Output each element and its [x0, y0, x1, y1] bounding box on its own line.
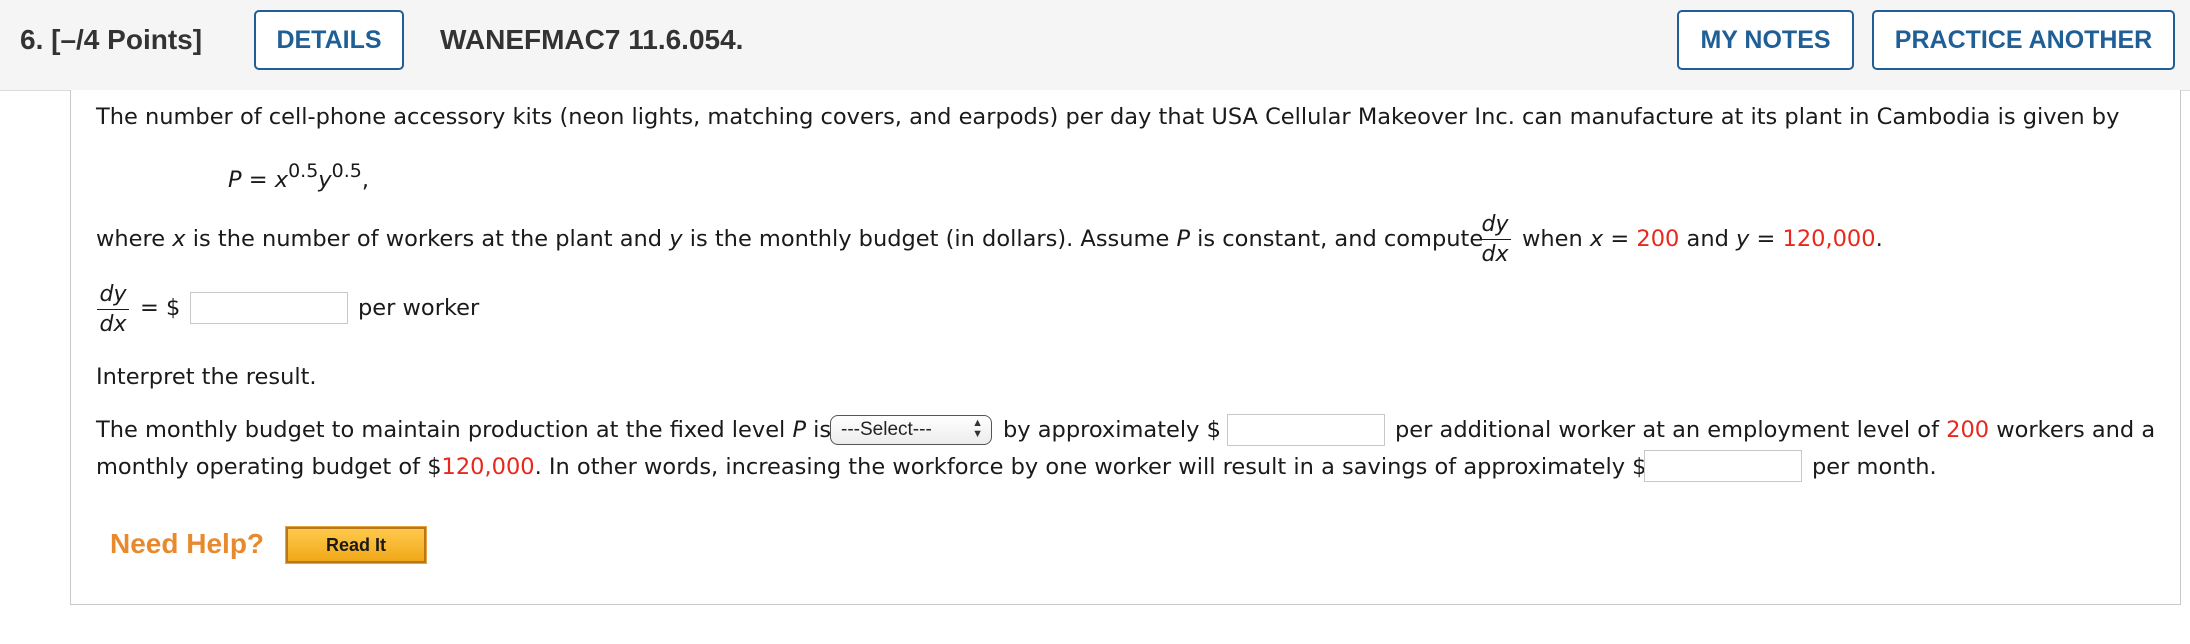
- production-formula: P = x0.5y0.5,: [228, 160, 369, 193]
- where-text: where x is the number of workers at the …: [96, 226, 1484, 252]
- y-value: 120,000: [1782, 226, 1876, 252]
- workers-value: 200: [1946, 417, 1990, 443]
- dy-dx-answer-input[interactable]: [190, 292, 348, 324]
- interpretation-text-1: The monthly budget to maintain productio…: [96, 417, 832, 443]
- answer-prefix: = $: [140, 295, 181, 321]
- need-help-label: Need Help?: [110, 528, 265, 559]
- practice-another-button[interactable]: PRACTICE ANOTHER: [1872, 10, 2175, 70]
- question-header: 6. [–/4 Points] DETAILS WANEFMAC7 11.6.0…: [0, 0, 2190, 91]
- x-value: 200: [1636, 226, 1680, 252]
- select-arrows-icon: ▲ ▼: [972, 417, 983, 440]
- interpretation-text-3: per additional worker at an employment l…: [1395, 417, 2156, 443]
- answer-fraction: dy dx: [97, 282, 129, 338]
- budget-value: 120,000: [441, 454, 535, 480]
- when-condition: when x = 200 and y = 120,000.: [1522, 226, 1883, 252]
- question-number: 6. [–/4 Points]: [20, 24, 203, 55]
- savings-amount-input[interactable]: [1644, 450, 1802, 482]
- change-direction-select[interactable]: ---Select--- ▲ ▼: [830, 415, 992, 445]
- question-id: WANEFMAC7 11.6.054.: [440, 24, 744, 55]
- interpretation-text-2: by approximately $: [1003, 417, 1221, 443]
- interpretation-text-4: monthly operating budget of $120,000. In…: [96, 454, 1647, 480]
- my-notes-button[interactable]: MY NOTES: [1677, 10, 1854, 70]
- details-button[interactable]: DETAILS: [254, 10, 404, 70]
- problem-intro: The number of cell-phone accessory kits …: [96, 104, 2120, 130]
- read-it-button[interactable]: Read It: [285, 526, 427, 564]
- dy-dx-fraction: dy dx: [1479, 212, 1511, 268]
- interpret-label: Interpret the result.: [96, 364, 317, 390]
- per-month-label: per month.: [1812, 454, 1937, 480]
- change-amount-input[interactable]: [1227, 414, 1385, 446]
- answer-unit: per worker: [358, 295, 480, 321]
